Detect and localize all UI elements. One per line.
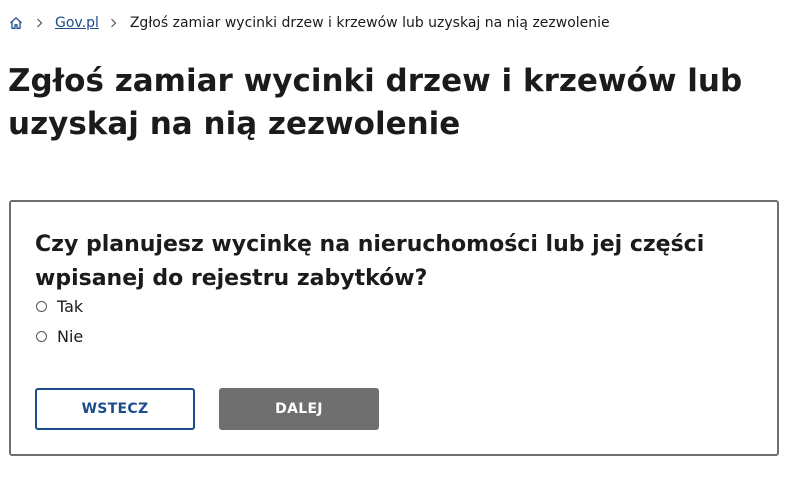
question-panel: Czy planujesz wycinkę na nieruchomości l…: [9, 200, 779, 456]
chevron-right-icon: [109, 18, 119, 28]
next-button[interactable]: DALEJ: [219, 388, 379, 430]
question-text: Czy planujesz wycinkę na nieruchomości l…: [35, 232, 705, 291]
chevron-right-icon: [34, 18, 44, 28]
radio-label: Tak: [57, 297, 84, 316]
breadcrumb: Gov.pl Zgłoś zamiar wycinki drzew i krze…: [8, 12, 610, 34]
radio-option-tak[interactable]: Tak: [36, 297, 83, 316]
breadcrumb-current: Zgłoś zamiar wycinki drzew i krzewów lub…: [129, 15, 610, 31]
radio-label: Nie: [57, 327, 84, 346]
radio-button[interactable]: [36, 331, 47, 342]
page-title: Zgłoś zamiar wycinki drzew i krzewów lub…: [8, 63, 743, 142]
home-icon[interactable]: [8, 15, 24, 31]
radio-button[interactable]: [36, 301, 47, 312]
radio-option-nie[interactable]: Nie: [36, 327, 83, 346]
back-button[interactable]: WSTECZ: [35, 388, 195, 430]
breadcrumb-link-gov[interactable]: Gov.pl: [55, 15, 99, 31]
